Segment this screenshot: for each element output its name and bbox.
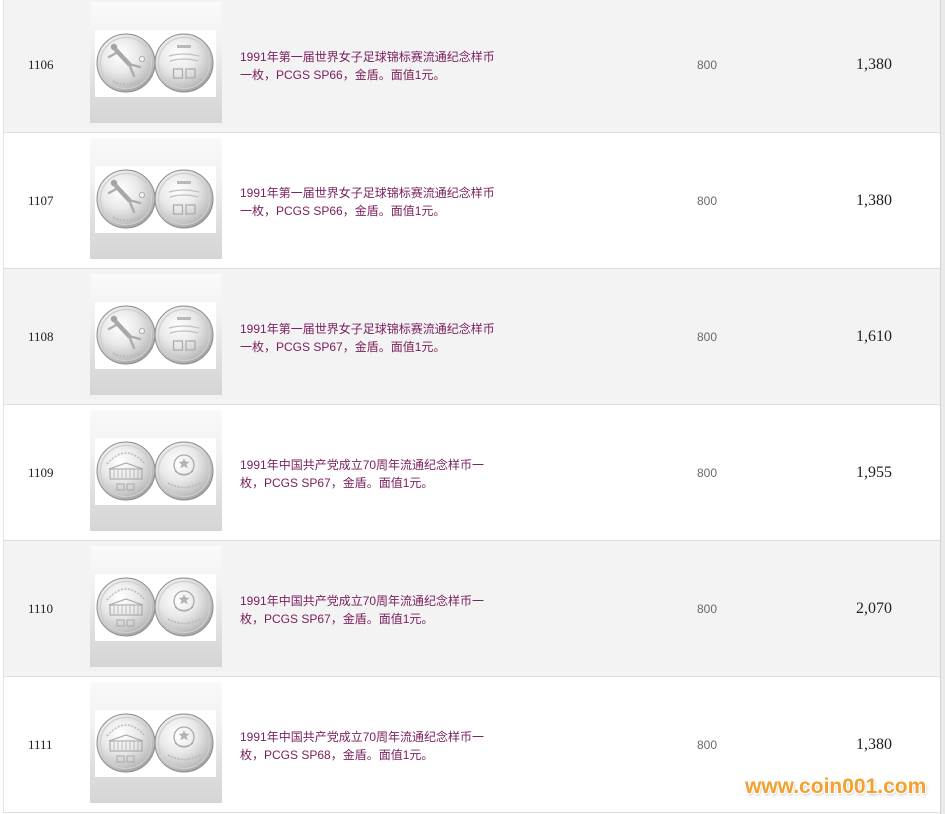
hammer-price: 1,380 (856, 736, 892, 753)
lot-row: 1106 1991年第一届世界女子足球锦标赛流通纪念样币 一枚，PCGS SP6… (3, 0, 940, 133)
lot-thumbnail[interactable] (90, 410, 222, 531)
estimate-value: 800 (697, 58, 718, 72)
description-line: 1991年中国共产党成立70周年流通纪念样币一 (240, 594, 485, 608)
hammer-price: 1,610 (856, 328, 892, 345)
lot-description-link[interactable]: 1991年第一届世界女子足球锦标赛流通纪念样币 一枚，PCGS SP66，金盾。… (240, 48, 495, 84)
lot-thumbnail[interactable] (90, 274, 222, 395)
description-line: 1991年中国共产党成立70周年流通纪念样币一 (240, 730, 485, 744)
estimate-value: 800 (697, 466, 718, 480)
lot-row: 1110 1991年中国共产党成立70周年流通纪念样币一 枚，PCGS SP67… (3, 541, 940, 677)
lot-description-link[interactable]: 1991年第一届世界女子足球锦标赛流通纪念样币 一枚，PCGS SP67，金盾。… (240, 320, 495, 356)
coin-photo (95, 166, 216, 233)
estimate-value: 800 (697, 738, 718, 752)
lot-row: 1109 1991年中国共产党成立70周年流通纪念样币一 枚，PCGS SP67… (3, 405, 940, 541)
lot-number: 1107 (28, 193, 54, 208)
coin-pair-image (95, 302, 216, 369)
coin-photo (95, 302, 216, 369)
site-watermark: www.coin001.com (745, 775, 927, 798)
lot-description-link[interactable]: 1991年第一届世界女子足球锦标赛流通纪念样币 一枚，PCGS SP66，金盾。… (240, 184, 495, 220)
lot-thumbnail[interactable] (90, 2, 222, 123)
coin-pair-image (95, 30, 216, 97)
coin-photo (95, 30, 216, 97)
description-line: 1991年第一届世界女子足球锦标赛流通纪念样币 (240, 322, 495, 336)
description-line: 一枚，PCGS SP66，金盾。面值1元。 (240, 68, 446, 82)
lot-description-link[interactable]: 1991年中国共产党成立70周年流通纪念样币一 枚，PCGS SP68，金盾。面… (240, 728, 484, 764)
lot-thumbnail[interactable] (90, 546, 222, 667)
lot-description-link[interactable]: 1991年中国共产党成立70周年流通纪念样币一 枚，PCGS SP67，金盾。面… (240, 592, 484, 628)
coin-pair-image (95, 710, 216, 777)
description-line: 一枚，PCGS SP66，金盾。面值1元。 (240, 204, 446, 218)
description-line: 1991年第一届世界女子足球锦标赛流通纪念样币 (240, 50, 495, 64)
coin-photo (95, 438, 216, 505)
description-line: 枚，PCGS SP67，金盾。面值1元。 (240, 612, 434, 626)
lot-thumbnail[interactable] (90, 138, 222, 259)
description-line: 一枚，PCGS SP67，金盾。面值1元。 (240, 340, 446, 354)
lot-number: 1106 (28, 57, 54, 72)
lot-description-link[interactable]: 1991年中国共产党成立70周年流通纪念样币一 枚，PCGS SP67，金盾。面… (240, 456, 484, 492)
estimate-value: 800 (697, 330, 718, 344)
lot-row: 1108 1991年第一届世界女子足球锦标赛流通纪念样币 一枚，PCGS SP6… (3, 269, 940, 405)
lot-thumbnail[interactable] (90, 682, 222, 803)
estimate-value: 800 (697, 602, 718, 616)
hammer-price: 1,380 (856, 192, 892, 209)
lot-row: 1107 1991年第一届世界女子足球锦标赛流通纪念样币 一枚，PCGS SP6… (3, 133, 940, 269)
estimate-value: 800 (697, 194, 718, 208)
description-line: 枚，PCGS SP68，金盾。面值1元。 (240, 748, 434, 762)
scroll-edge (940, 0, 945, 814)
hammer-price: 2,070 (856, 600, 892, 617)
lot-number: 1108 (28, 329, 54, 344)
hammer-price: 1,380 (856, 56, 892, 73)
coin-pair-image (95, 438, 216, 505)
coin-pair-image (95, 166, 216, 233)
coin-photo (95, 574, 216, 641)
lot-results-table: 1106 1991年第一届世界女子足球锦标赛流通纪念样币 一枚，PCGS SP6… (0, 0, 945, 814)
hammer-price: 1,955 (856, 464, 892, 481)
lot-number: 1111 (28, 737, 53, 752)
lot-number: 1109 (28, 465, 54, 480)
description-line: 1991年中国共产党成立70周年流通纪念样币一 (240, 458, 485, 472)
description-line: 1991年第一届世界女子足球锦标赛流通纪念样币 (240, 186, 495, 200)
lot-number: 1110 (28, 601, 54, 616)
description-line: 枚，PCGS SP67，金盾。面值1元。 (240, 476, 434, 490)
coin-pair-image (95, 574, 216, 641)
coin-photo (95, 710, 216, 777)
